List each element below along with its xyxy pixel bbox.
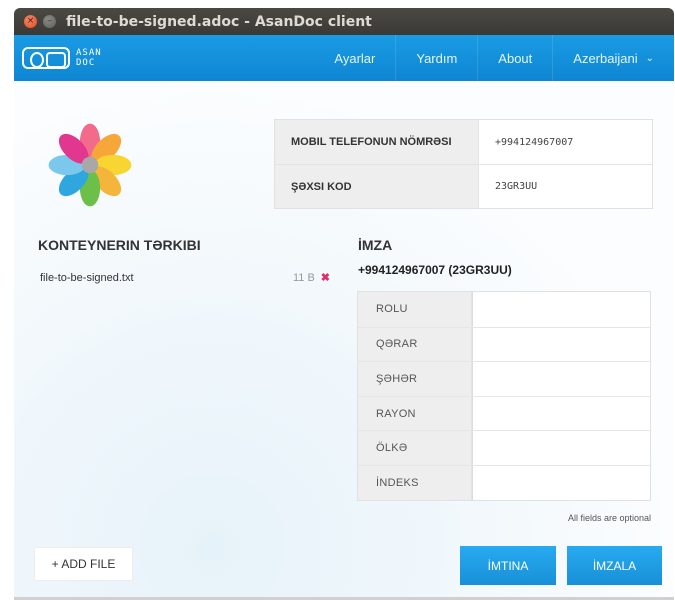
sign-button[interactable]: İMZALA [567,546,662,585]
top-nav: Ayarlar Yardım About Azerbaijani ⌄ [314,35,674,81]
app-header: ASAN DOC Ayarlar Yardım About Azerbaijan… [14,35,674,81]
window-title: file-to-be-signed.adoc - AsanDoc client [66,13,372,30]
phone-row: MOBIL TELEFONUN NÖMRƏSI +994124967007 [275,120,652,164]
language-dropdown[interactable]: Azerbaijani ⌄ [552,35,674,81]
district-label: RAYON [358,396,472,431]
cancel-button[interactable]: İMTINA [460,546,556,585]
file-list-item: file-to-be-signed.txt 11 B ✖ [40,271,330,285]
nav-help[interactable]: Yardım [395,35,477,81]
city-field[interactable] [472,362,650,396]
asandoc-logo-icon [22,47,70,69]
phone-input[interactable]: +994124967007 [479,120,652,164]
window-close-button[interactable]: × [24,15,37,28]
postal-code-field[interactable] [472,465,650,500]
main-panel: MOBIL TELEFONUN NÖMRƏSI +994124967007 ŞƏ… [14,81,674,600]
signature-form: ROLU QƏRAR ŞƏHƏR RAYON ÖLKƏ İNDEKS [357,291,651,501]
signer-id: +994124967007 (23GR3UU) [358,263,512,277]
phone-label: MOBIL TELEFONUN NÖMRƏSI [275,120,479,164]
file-name[interactable]: file-to-be-signed.txt [40,272,134,284]
postal-code-row: İNDEKS [358,464,650,500]
personal-code-input[interactable]: 23GR3UU [479,165,652,208]
asandoc-logo: ASAN DOC [22,47,102,69]
role-label: ROLU [358,292,472,327]
chevron-down-icon: ⌄ [645,52,654,64]
role-field[interactable] [472,292,650,327]
add-file-button[interactable]: + ADD FILE [34,547,133,581]
window-minimize-button[interactable]: – [43,15,56,28]
signature-title: İMZA [358,237,393,253]
nav-about[interactable]: About [477,35,552,81]
asan-flower-logo-icon [48,123,132,207]
resolution-label: QƏRAR [358,327,472,362]
resolution-row: QƏRAR [358,326,650,362]
district-row: RAYON [358,395,650,431]
identity-form: MOBIL TELEFONUN NÖMRƏSI +994124967007 ŞƏ… [274,119,653,209]
country-label: ÖLKƏ [358,431,472,465]
language-label: Azerbaijani [573,50,638,66]
city-label: ŞƏHƏR [358,362,472,396]
logo-text: ASAN DOC [76,48,102,68]
file-size: 11 B [292,271,315,284]
logo-text-line2: DOC [76,58,96,68]
nav-settings[interactable]: Ayarlar [314,35,395,81]
district-field[interactable] [472,396,650,431]
role-row: ROLU [358,292,650,327]
window-title-bar: × – file-to-be-signed.adoc - AsanDoc cli… [14,8,674,35]
container-contents-title: KONTEYNERIN TƏRKIBI [38,237,201,253]
personal-code-row: ŞƏXSI KOD 23GR3UU [275,164,652,208]
city-row: ŞƏHƏR [358,361,650,396]
resolution-field[interactable] [472,327,650,362]
postal-code-label: İNDEKS [358,465,472,500]
logo-text-line1: ASAN [76,48,102,58]
remove-file-icon[interactable]: ✖ [321,271,330,284]
optional-fields-note: All fields are optional [567,513,651,523]
country-row: ÖLKƏ [358,430,650,465]
country-field[interactable] [472,431,650,465]
personal-code-label: ŞƏXSI KOD [275,165,479,208]
